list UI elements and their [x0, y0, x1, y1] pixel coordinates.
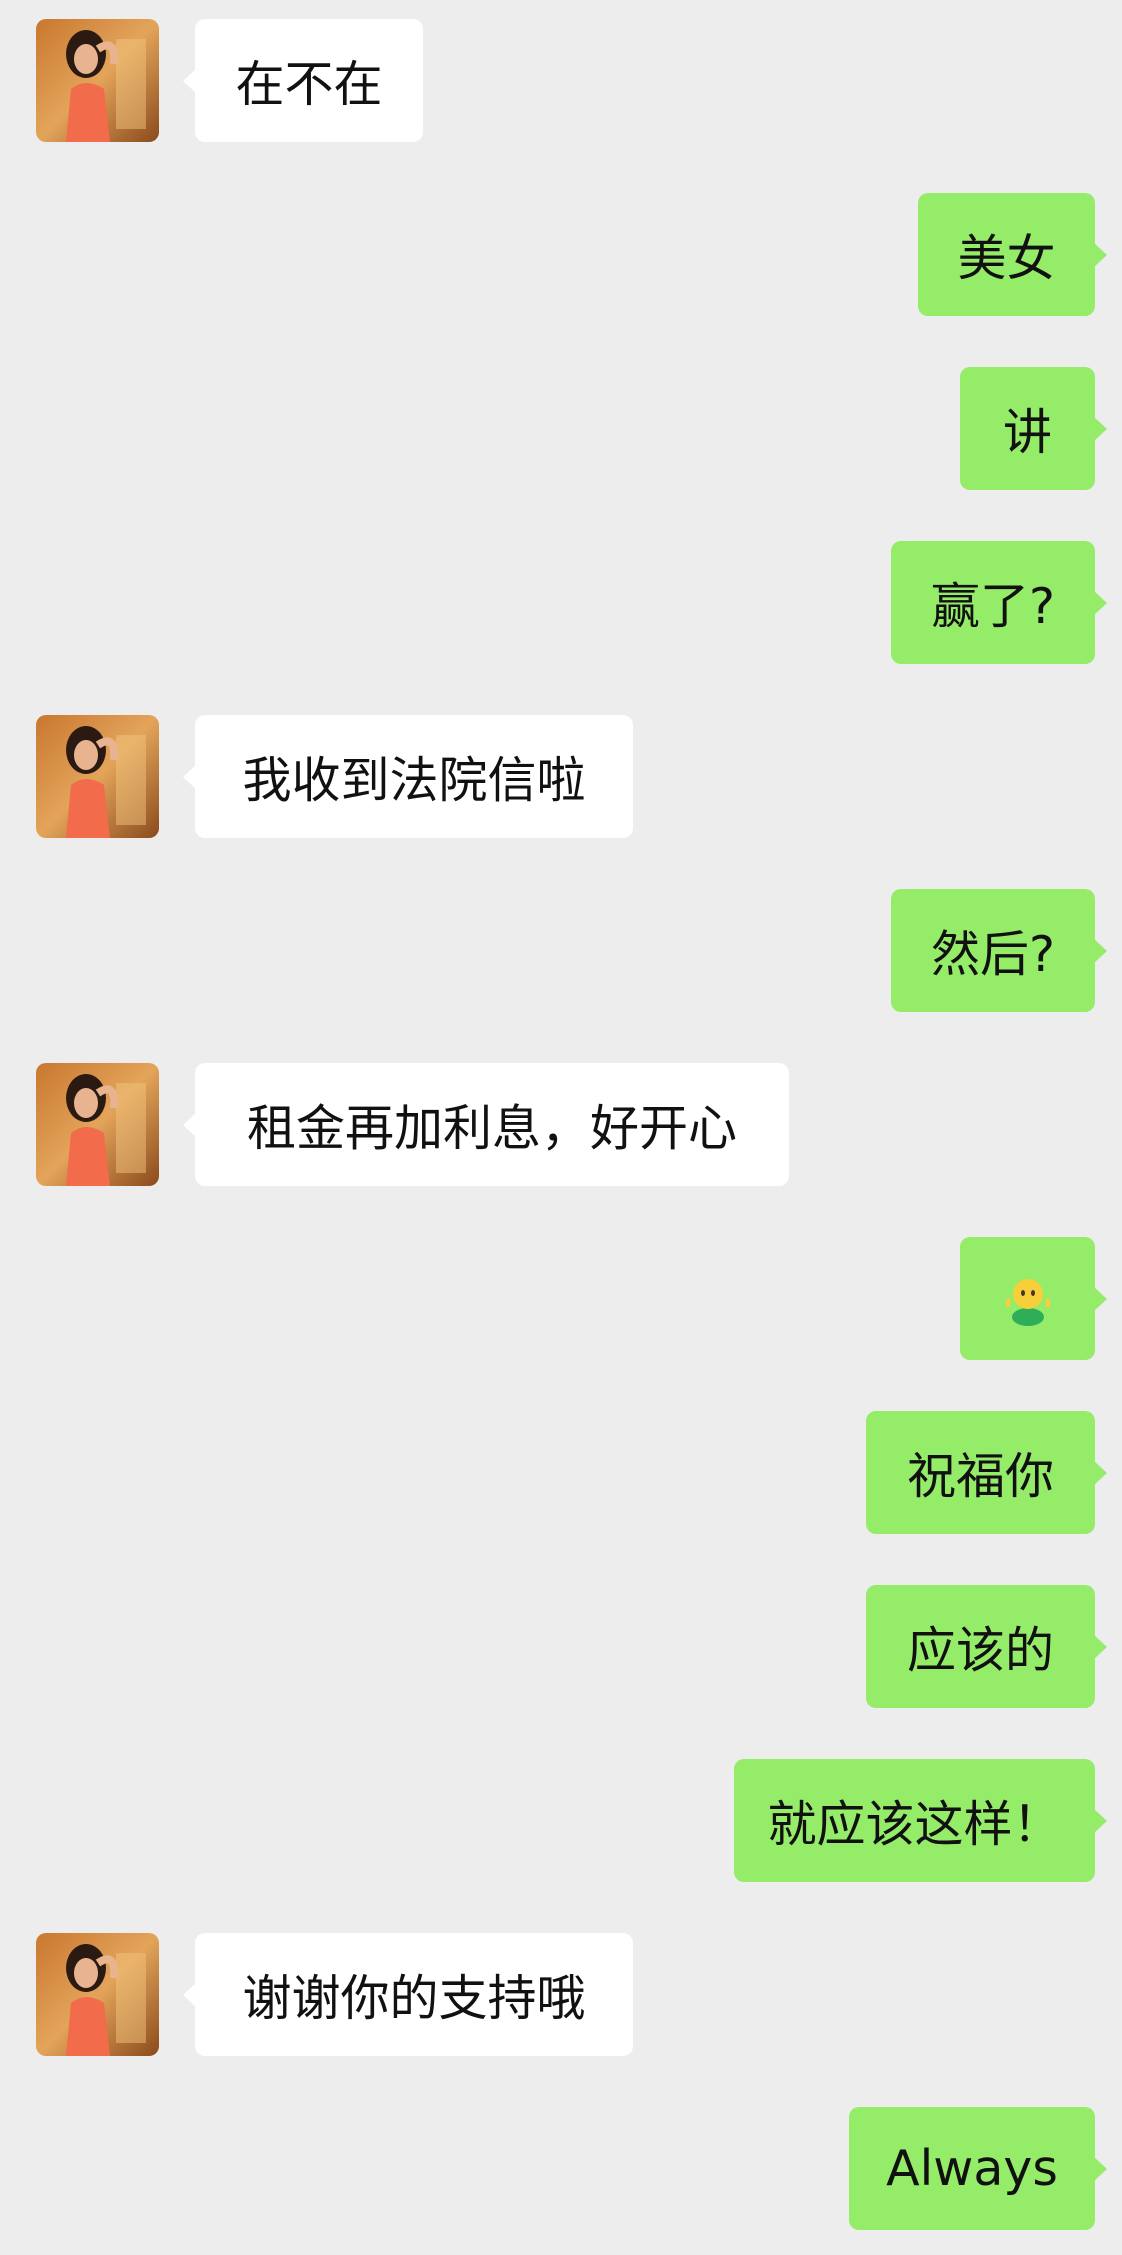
outgoing-message-bubble[interactable]: 讲 [960, 367, 1095, 490]
outgoing-message-bubble[interactable]: 然后? [891, 889, 1095, 1012]
message-text: 赢了? [930, 578, 1055, 635]
outgoing-message-bubble[interactable]: 就应该这样！ [734, 1759, 1095, 1882]
outgoing-message-bubble[interactable]: 美女 [918, 193, 1095, 316]
chat-message-list[interactable]: 在不在 美女 讲 赢了? 我收到法院信啦 然后? 租金再加利息，好开心 祝福你 … [0, 0, 1122, 2255]
shrug-emoji-icon [1005, 1278, 1050, 1326]
incoming-message-bubble[interactable]: 我收到法院信啦 [195, 715, 633, 838]
message-text: 我收到法院信啦 [242, 752, 586, 809]
incoming-message-bubble[interactable]: 在不在 [195, 19, 423, 142]
outgoing-message-bubble[interactable] [960, 1237, 1095, 1360]
message-text: 然后? [930, 926, 1055, 983]
message-text: 谢谢你的支持哦 [242, 1970, 586, 2027]
outgoing-message-bubble[interactable]: Always [849, 2107, 1095, 2230]
outgoing-message-bubble[interactable]: 应该的 [866, 1585, 1095, 1708]
woman-avatar [36, 1063, 159, 1186]
contact-avatar[interactable] [36, 19, 159, 142]
message-text: 在不在 [235, 56, 383, 113]
contact-avatar[interactable] [36, 715, 159, 838]
message-text: Always [886, 2140, 1058, 2197]
incoming-message-bubble[interactable]: 租金再加利息，好开心 [195, 1063, 789, 1186]
message-text: 讲 [1002, 404, 1052, 461]
woman-avatar [36, 19, 159, 142]
message-text: 就应该这样！ [767, 1796, 1062, 1853]
outgoing-message-bubble[interactable]: 赢了? [891, 541, 1095, 664]
contact-avatar[interactable] [36, 1063, 159, 1186]
message-text: 祝福你 [906, 1448, 1054, 1505]
message-text: 应该的 [906, 1622, 1054, 1679]
woman-avatar [36, 1933, 159, 2056]
message-text: 美女 [957, 230, 1056, 287]
outgoing-message-bubble[interactable]: 祝福你 [866, 1411, 1095, 1534]
incoming-message-bubble[interactable]: 谢谢你的支持哦 [195, 1933, 633, 2056]
message-text: 租金再加利息，好开心 [246, 1100, 737, 1157]
woman-avatar [36, 715, 159, 838]
contact-avatar[interactable] [36, 1933, 159, 2056]
